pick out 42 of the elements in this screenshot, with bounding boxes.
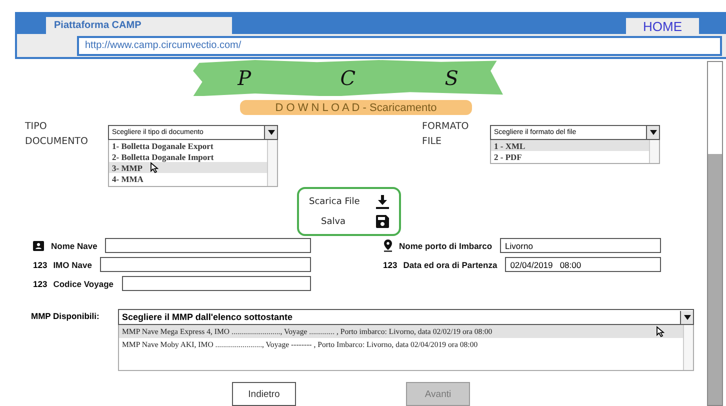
field-label: Codice Voyage <box>53 278 114 288</box>
logo-letter: S <box>444 66 458 90</box>
location-pin-icon <box>383 239 393 252</box>
logo-letter: P <box>238 66 252 90</box>
field-label: Nome Nave <box>51 240 98 250</box>
field-label: MMP Disponibili: <box>31 311 100 323</box>
caret-icon[interactable] <box>268 130 274 136</box>
field-label: FORMATO FILE <box>422 120 470 150</box>
number-prefix: 123 <box>33 260 48 270</box>
action-button[interactable]: Scarica File <box>309 194 389 208</box>
field-label: Data ed ora di Partenza <box>403 260 498 270</box>
input-field[interactable]: Livorno <box>500 238 661 253</box>
home-tab[interactable]: HOME <box>626 18 699 34</box>
page-subtitle: D O W N L O A D - Scaricamento <box>240 100 472 116</box>
dropdown-option[interactable]: 1 - XML <box>491 140 649 152</box>
cursor-icon <box>150 162 160 174</box>
dropdown-select[interactable]: Scegliere il MMP dall'elenco sottostante <box>118 309 694 325</box>
url-field[interactable]: http://www.camp.circumvectio.com/ <box>77 36 722 56</box>
list-scrollbar[interactable] <box>683 325 693 370</box>
number-prefix: 123 <box>33 278 48 288</box>
cursor-icon <box>656 326 665 337</box>
logo-letter: C <box>340 66 356 90</box>
save-icon <box>376 215 389 228</box>
scrollbar[interactable] <box>707 61 723 406</box>
field-label: Nome porto di Imbarco <box>399 240 492 250</box>
caret-icon[interactable] <box>650 130 656 136</box>
list-scrollbar[interactable] <box>649 140 659 164</box>
browser-tab[interactable]: Piattaforma CAMP <box>46 17 232 34</box>
dropdown-option[interactable]: 3- MMP <box>109 162 267 174</box>
list-scrollbar[interactable] <box>267 140 277 186</box>
caret-icon[interactable] <box>684 314 690 320</box>
contact-card-icon <box>33 240 44 250</box>
input-field[interactable] <box>105 238 311 253</box>
number-prefix: 123 <box>383 260 398 270</box>
input-field[interactable] <box>122 276 311 291</box>
input-field[interactable] <box>100 257 311 272</box>
download-icon <box>376 194 389 208</box>
action-button[interactable]: Salva <box>309 215 389 228</box>
field-label: IMO Nave <box>53 260 92 270</box>
field-label: TIPO DOCUMENTO <box>25 120 89 150</box>
nav-button[interactable]: Indietro <box>232 382 296 406</box>
input-field[interactable]: 02/04/2019 08:00 <box>505 257 661 272</box>
